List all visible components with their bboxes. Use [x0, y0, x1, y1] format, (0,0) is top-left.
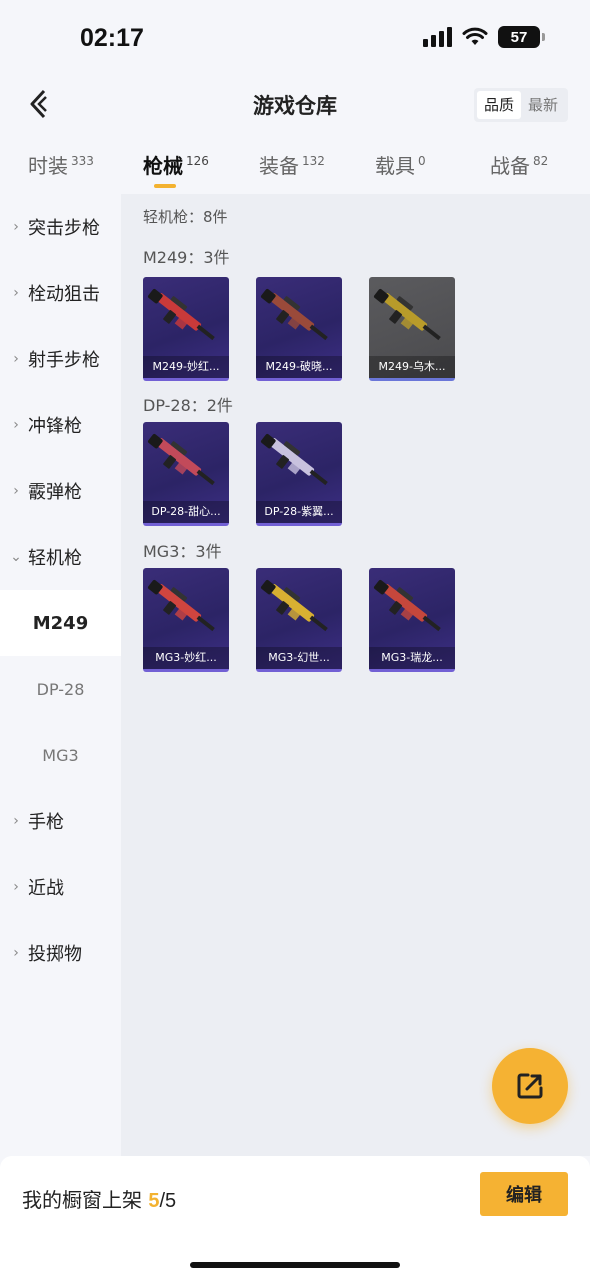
chevron-right-icon: › [13, 219, 19, 235]
skin-card-label: MG3-瑞龙... [369, 647, 455, 669]
group-title-mg3: MG3：3件 [143, 542, 222, 561]
tab-label: 战备 [490, 154, 530, 178]
sidebar-item-label: 近战 [28, 878, 64, 899]
nav-bar: 游戏仓库 品质 最新 [0, 72, 590, 136]
tab-count: 333 [71, 154, 94, 168]
sidebar-subitem-mg3[interactable]: MG3 [0, 722, 121, 788]
category-total: 轻机枪：8件 [143, 208, 228, 226]
battery-icon: 57 [498, 26, 545, 48]
category-tabs: 时装 333 枪械 126 装备 132 载具 0 战备 82 [0, 140, 590, 194]
sidebar-item-smg[interactable]: › 冲锋枪 [0, 392, 121, 458]
group-title-dp28: DP-28：2件 [143, 396, 233, 415]
tab-label: 装备 [259, 154, 299, 178]
skin-card-label: DP-28-甜心... [143, 501, 229, 523]
sidebar-item-bolt-sniper[interactable]: › 栓动狙击 [0, 260, 121, 326]
weapon-skin-image [373, 288, 441, 341]
home-indicator [190, 1262, 400, 1268]
weapon-skin-image [260, 579, 328, 632]
chevron-right-icon: › [13, 813, 19, 829]
sidebar-item-label: 栓动狙击 [28, 284, 100, 305]
sidebar-item-label: 手枪 [28, 812, 64, 833]
tab-weapons[interactable]: 枪械 126 [143, 150, 209, 179]
weapon-skin-image [147, 433, 215, 486]
skin-card[interactable]: DP-28-紫翼... [256, 422, 342, 526]
chevron-down-icon: ⌄ [10, 549, 22, 565]
sort-toggle: 品质 最新 [473, 88, 568, 122]
chevron-right-icon: › [13, 483, 19, 499]
tab-label: 载具 [375, 154, 415, 178]
chevron-right-icon: › [13, 417, 19, 433]
skin-card[interactable]: MG3-妙红... [143, 568, 229, 672]
weapon-category-sidebar: › 突击步枪 › 栓动狙击 › 射手步枪 › 冲锋枪 › 霰弹枪 ⌄ 轻机枪 M… [0, 194, 121, 1156]
sidebar-item-label: 突击步枪 [28, 218, 100, 239]
chevron-right-icon: › [13, 879, 19, 895]
tab-count: 132 [302, 154, 325, 168]
status-time: 02:17 [80, 24, 144, 52]
tab-label: 枪械 [143, 154, 183, 178]
tab-count: 0 [418, 154, 426, 168]
sidebar-subitem-dp28[interactable]: DP-28 [0, 656, 121, 722]
showcase-label: 我的橱窗上架 [22, 1188, 142, 1212]
skin-card[interactable]: MG3-瑞龙... [369, 568, 455, 672]
sidebar-item-shotgun[interactable]: › 霰弹枪 [0, 458, 121, 524]
skin-card[interactable]: M249-破晓... [256, 277, 342, 381]
item-grid-area: 轻机枪：8件 M249：3件 M249-妙红... M249-破晓... M24… [121, 194, 590, 1156]
tab-count: 82 [533, 154, 549, 168]
sidebar-item-label: 冲锋枪 [28, 416, 82, 437]
chevron-right-icon: › [13, 945, 19, 961]
skin-card-label: M249-破晓... [256, 356, 342, 378]
tab-combat-supplies[interactable]: 战备 82 [490, 150, 548, 179]
skin-card-label: DP-28-紫翼... [256, 501, 342, 523]
sidebar-subitem-m249[interactable]: M249 [0, 590, 121, 656]
sidebar-item-label: 霰弹枪 [28, 482, 82, 503]
skin-card[interactable]: M249-妙红... [143, 277, 229, 381]
sidebar-item-assault-rifle[interactable]: › 突击步枪 [0, 194, 121, 260]
tab-label: 时装 [28, 154, 68, 178]
showcase-bar: 我的橱窗上架 5/5 编辑 [0, 1156, 590, 1280]
status-icons: 57 [423, 26, 545, 48]
sidebar-item-label: 投掷物 [28, 944, 82, 965]
share-external-icon [517, 1073, 543, 1099]
weapon-skin-image [147, 579, 215, 632]
cellular-signal-icon [423, 27, 452, 47]
sort-quality-option[interactable]: 品质 [476, 91, 521, 119]
share-button[interactable] [492, 1048, 568, 1124]
skin-card-label: M249-乌木... [369, 356, 455, 378]
chevron-right-icon: › [13, 285, 19, 301]
weapon-skin-image [147, 288, 215, 341]
sidebar-item-pistol[interactable]: › 手枪 [0, 788, 121, 854]
showcase-status: 我的橱窗上架 5/5 [22, 1184, 176, 1213]
status-bar: 02:17 57 [0, 0, 590, 72]
sidebar-item-label: 射手步枪 [28, 350, 100, 371]
weapon-skin-image [260, 288, 328, 341]
tab-equipment[interactable]: 装备 132 [259, 150, 325, 179]
tab-fashion[interactable]: 时装 333 [28, 150, 94, 179]
edit-button[interactable]: 编辑 [480, 1172, 568, 1216]
skin-card-label: M249-妙红... [143, 356, 229, 378]
wifi-icon [462, 27, 488, 45]
weapon-skin-image [260, 433, 328, 486]
skin-card-label: MG3-妙红... [143, 647, 229, 669]
skin-card-label: MG3-幻世... [256, 647, 342, 669]
tab-vehicles[interactable]: 载具 0 [375, 150, 426, 179]
skin-card[interactable]: DP-28-甜心... [143, 422, 229, 526]
skin-card[interactable]: MG3-幻世... [256, 568, 342, 672]
showcase-total: /5 [159, 1190, 177, 1212]
sidebar-item-label: 轻机枪 [28, 548, 82, 569]
tab-count: 126 [186, 154, 209, 168]
skin-card[interactable]: M249-乌木... [369, 277, 455, 381]
sidebar-item-melee[interactable]: › 近战 [0, 854, 121, 920]
sidebar-item-throwables[interactable]: › 投掷物 [0, 920, 121, 986]
showcase-count: 5 [148, 1190, 160, 1212]
sidebar-item-lmg[interactable]: ⌄ 轻机枪 [0, 524, 121, 590]
sidebar-item-marksman-rifle[interactable]: › 射手步枪 [0, 326, 121, 392]
chevron-right-icon: › [13, 351, 19, 367]
active-tab-indicator [154, 184, 176, 188]
weapon-skin-image [373, 579, 441, 632]
group-title-m249: M249：3件 [143, 248, 230, 267]
sort-latest-option[interactable]: 最新 [521, 91, 565, 119]
